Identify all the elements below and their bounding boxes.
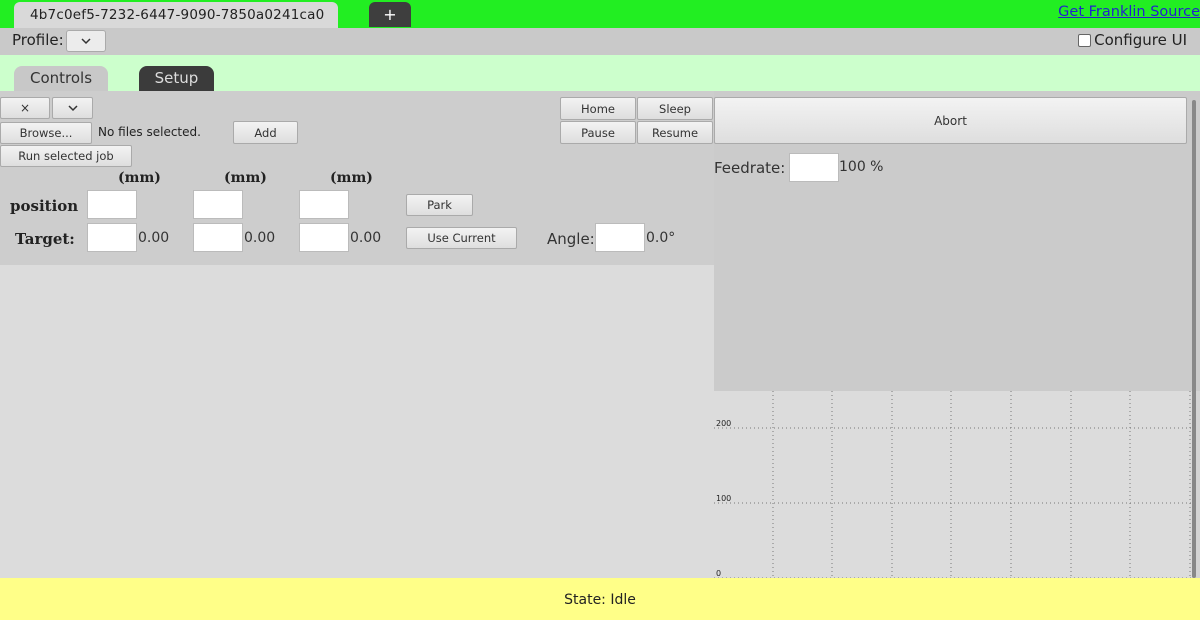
z-unit-label: (mm) [330, 170, 373, 186]
configure-ui-checkbox[interactable] [1078, 33, 1092, 47]
add-job-button[interactable]: Add [233, 121, 298, 144]
angle-value: 0.0° [646, 230, 676, 246]
tab-setup[interactable]: Setup [139, 66, 214, 91]
status-bar: State: Idle [0, 578, 1200, 620]
position-y-field[interactable] [193, 190, 243, 219]
feedrate-value: 100 % [839, 159, 884, 175]
file-status-text: No files selected. [98, 125, 201, 139]
tab-controls[interactable]: Controls [14, 66, 108, 91]
position-label: position [10, 197, 79, 215]
machine-panel: Abort Feedrate: 100 % [714, 91, 1200, 391]
job-queue-area [0, 265, 714, 578]
use-current-button[interactable]: Use Current [406, 227, 517, 249]
profile-bar: Profile: Configure UI [0, 28, 1200, 55]
angle-field[interactable] [595, 223, 645, 252]
machine-tab[interactable]: 4b7c0ef5-7232-6447-9090-7850a0241ca0 [14, 2, 338, 28]
position-x-field[interactable] [87, 190, 137, 219]
pause-button[interactable]: Pause [560, 121, 636, 144]
abort-button[interactable]: Abort [714, 97, 1187, 144]
add-machine-tab-button[interactable]: + [369, 2, 411, 27]
top-bar: 4b7c0ef5-7232-6447-9090-7850a0241ca0 + G… [0, 0, 1200, 28]
park-button[interactable]: Park [406, 194, 473, 216]
chevron-down-icon [81, 38, 91, 45]
y-unit-label: (mm) [224, 170, 267, 186]
target-label: Target: [15, 230, 75, 248]
get-source-link[interactable]: Get Franklin Source [1058, 4, 1200, 20]
right-panel-scrollbar[interactable] [1192, 100, 1196, 578]
target-z-value: 0.00 [350, 230, 382, 246]
sleep-button[interactable]: Sleep [637, 97, 713, 120]
graph-y-tick: 0 [716, 569, 721, 578]
graph-y-tick: 200 [716, 419, 731, 428]
job-menu-button[interactable] [52, 97, 93, 119]
browse-button[interactable]: Browse... [0, 122, 92, 144]
graph-canvas: 200 100 0 [714, 391, 1192, 579]
angle-label: Angle: [547, 230, 595, 248]
target-x-value: 0.00 [138, 230, 170, 246]
profile-select[interactable] [66, 30, 106, 52]
chevron-down-icon [67, 104, 78, 111]
target-z-field[interactable] [299, 223, 349, 252]
remove-job-button[interactable]: × [0, 97, 50, 119]
x-unit-label: (mm) [118, 170, 161, 186]
run-selected-job-button[interactable]: Run selected job [0, 145, 132, 167]
controls-panel: × Browse... No files selected. Add Run s… [0, 91, 714, 265]
profile-label: Profile: [12, 31, 64, 49]
home-button[interactable]: Home [560, 97, 636, 120]
graph-y-tick: 100 [716, 494, 731, 503]
target-y-field[interactable] [193, 223, 243, 252]
feedrate-field[interactable] [789, 153, 839, 182]
configure-ui-label: Configure UI [1094, 31, 1187, 49]
resume-button[interactable]: Resume [637, 121, 713, 144]
temperature-graph: 200 100 0 [714, 391, 1192, 579]
target-x-field[interactable] [87, 223, 137, 252]
panel-tab-strip: Controls Setup [0, 55, 1200, 91]
position-z-field[interactable] [299, 190, 349, 219]
configure-ui-toggle[interactable]: Configure UI [1078, 31, 1187, 49]
target-y-value: 0.00 [244, 230, 276, 246]
feedrate-label: Feedrate: [714, 159, 786, 177]
